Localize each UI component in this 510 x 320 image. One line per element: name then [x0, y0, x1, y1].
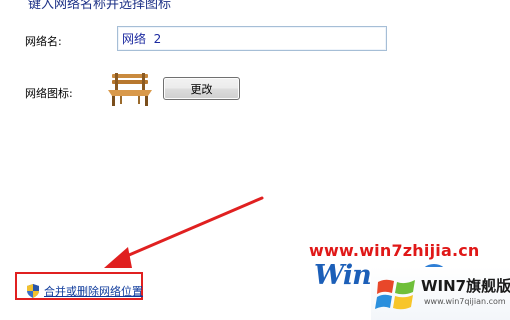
merge-link-label: 合并或删除网络位置 [44, 285, 143, 298]
bench-icon [108, 73, 152, 106]
page-heading: 键入网络名称并选择图标 [28, 0, 172, 12]
watermark-url: www.win7zhijia.cn [309, 241, 480, 260]
windows-flag-icon [375, 279, 415, 310]
network-name-input[interactable] [117, 26, 387, 51]
network-name-label: 网络名: [25, 35, 62, 48]
watermark-logo-text: Win [314, 260, 372, 291]
network-icon-label: 网络图标: [25, 87, 73, 100]
uac-shield-icon [27, 284, 39, 298]
merge-delete-network-locations-link[interactable]: 合并或删除网络位置 [27, 283, 143, 299]
brand-title: WIN7旗舰版 [421, 277, 510, 295]
change-icon-button[interactable]: 更改 [163, 77, 240, 100]
brand-url: www.win7qijian.com [424, 297, 506, 306]
brand-badge: WIN7旗舰版 www.win7qijian.com [371, 267, 510, 320]
